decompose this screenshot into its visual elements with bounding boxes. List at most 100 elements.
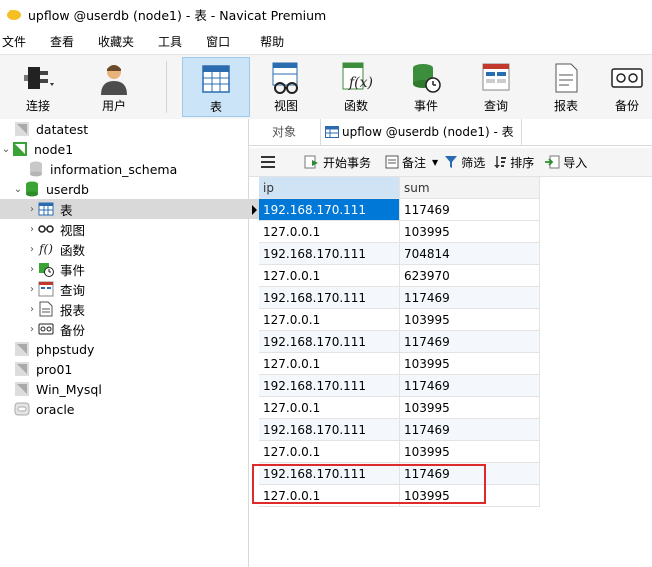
chevron-right-icon[interactable]: › [26,224,38,235]
column-header-ip[interactable]: ip [259,177,400,199]
function-icon: f(x) [342,62,373,91]
cell-ip[interactable]: 192.168.170.111 [259,375,400,397]
tree-item-queries[interactable]: › 查询 [0,279,273,299]
cell-sum[interactable]: 704814 [400,243,540,265]
tree-item-userdb[interactable]: ⌄ userdb [0,179,259,199]
dropdown-arrow-icon[interactable]: ▼ [432,158,438,167]
chevron-right-icon[interactable]: › [26,284,38,295]
cell-sum[interactable]: 103995 [400,397,540,419]
cell-ip[interactable]: 192.168.170.111 [259,199,400,221]
connection-icon [14,121,30,137]
table-row[interactable]: 127.0.0.1 103995 [249,441,541,463]
table-row[interactable]: 192.168.170.111 117469 [249,331,541,353]
begin-transaction-button[interactable]: 开始事务 [304,154,371,171]
tree-item-information-schema[interactable]: information_schema [0,159,275,179]
column-header-sum[interactable]: sum [400,177,540,199]
query-button[interactable]: 查询 [462,57,530,117]
table-row[interactable]: 127.0.0.1 103995 [249,221,541,243]
table-row[interactable]: 127.0.0.1 103995 [249,397,541,419]
tree-label: information_schema [50,161,178,177]
view-button[interactable]: 视图 [252,57,320,117]
chevron-right-icon[interactable]: › [26,204,38,215]
chevron-down-icon[interactable]: ⌄ [12,184,24,195]
connect-button[interactable]: 连接 [4,57,72,117]
tree-item-datatest[interactable]: datatest [0,119,261,139]
cell-sum[interactable]: 117469 [400,419,540,441]
table-row[interactable]: 192.168.170.111 117469 [249,375,541,397]
chevron-right-icon[interactable]: › [26,244,38,255]
cell-ip[interactable]: 127.0.0.1 [259,265,400,287]
cell-ip[interactable]: 192.168.170.111 [259,419,400,441]
event-button[interactable]: 事件 [392,57,460,117]
tree-item-reports[interactable]: › 报表 [0,299,273,319]
function-button[interactable]: f(x) 函数 [322,57,390,117]
table-row[interactable]: 127.0.0.1 623970 [249,265,541,287]
event-clock-icon [38,261,54,277]
cell-sum[interactable]: 103995 [400,441,540,463]
sort-button[interactable]: 排序 [493,154,534,171]
tree-item-phpstudy[interactable]: phpstudy [0,339,261,359]
menu-window[interactable]: 窗口 [192,33,240,50]
tree-label: Win_Mysql [36,381,102,397]
cell-ip[interactable]: 127.0.0.1 [259,397,400,419]
tree-item-views[interactable]: › 视图 [0,219,273,239]
chevron-down-icon[interactable]: ⌄ [0,144,12,155]
menu-view[interactable]: 查看 [36,33,84,50]
tree-item-oracle[interactable]: oracle [0,399,261,419]
cell-sum[interactable]: 103995 [400,221,540,243]
cell-sum[interactable]: 103995 [400,309,540,331]
cell-sum[interactable]: 117469 [400,375,540,397]
tree-item-backups[interactable]: › 备份 [0,319,273,339]
tree-item-tables[interactable]: › 表 [0,199,273,219]
tree-item-pro01[interactable]: pro01 [0,359,261,379]
tree-item-events[interactable]: › 事件 [0,259,273,279]
tree-label: 报表 [60,302,86,318]
menu-hamburger-icon[interactable] [261,156,278,168]
table-row[interactable]: 192.168.170.111 117469 [249,419,541,441]
cell-ip[interactable]: 127.0.0.1 [259,221,400,243]
backup-button[interactable]: 备份 [602,57,652,117]
cell-ip[interactable]: 192.168.170.111 [259,243,400,265]
user-button[interactable]: 用户 [80,57,148,117]
menu-favorites[interactable]: 收藏夹 [84,33,144,50]
tree-item-functions[interactable]: › f() 函数 [0,239,273,259]
tree-item-win-mysql[interactable]: Win_Mysql [0,379,261,399]
chevron-right-icon[interactable]: › [26,324,38,335]
menu-help[interactable]: 帮助 [240,33,294,50]
note-button[interactable]: 备注 ▼ [385,154,438,171]
cell-sum[interactable]: 623970 [400,265,540,287]
cell-sum[interactable]: 117469 [400,199,540,221]
highlight-annotation-box [252,464,486,504]
cell-ip[interactable]: 127.0.0.1 [259,353,400,375]
cell-sum[interactable]: 117469 [400,287,540,309]
table-button[interactable]: 表 [182,57,250,117]
tree-item-node1[interactable]: ⌄ node1 [0,139,247,159]
user-label: 用户 [101,99,126,113]
tree-label: datatest [36,121,89,137]
menu-tools[interactable]: 工具 [144,33,192,50]
filter-button[interactable]: 筛选 [444,154,485,171]
cell-sum[interactable]: 117469 [400,331,540,353]
report-button[interactable]: 报表 [532,57,600,117]
table-row[interactable]: 192.168.170.111 117469 [249,199,541,221]
tab-objects[interactable]: 对象 [249,119,319,145]
cell-ip[interactable]: 127.0.0.1 [259,441,400,463]
connect-label: 连接 [25,99,50,113]
table-row[interactable]: 127.0.0.1 103995 [249,309,541,331]
table-row[interactable]: 127.0.0.1 103995 [249,353,541,375]
cell-ip[interactable]: 192.168.170.111 [259,331,400,353]
view-glasses-icon [38,221,54,237]
backup-label: 备份 [614,99,639,113]
table-icon [202,65,230,93]
cell-ip[interactable]: 192.168.170.111 [259,287,400,309]
table-row[interactable]: 192.168.170.111 117469 [249,287,541,309]
import-button[interactable]: 导入 [544,154,587,171]
menu-file[interactable]: 文件 [0,33,36,50]
chevron-right-icon[interactable]: › [26,304,38,315]
chevron-right-icon[interactable]: › [26,264,38,275]
table-row[interactable]: 192.168.170.111 704814 [249,243,541,265]
filter-label: 筛选 [461,155,486,170]
cell-ip[interactable]: 127.0.0.1 [259,309,400,331]
tab-upflow-table[interactable]: upflow @userdb (node1) - 表 [320,119,522,145]
cell-sum[interactable]: 103995 [400,353,540,375]
